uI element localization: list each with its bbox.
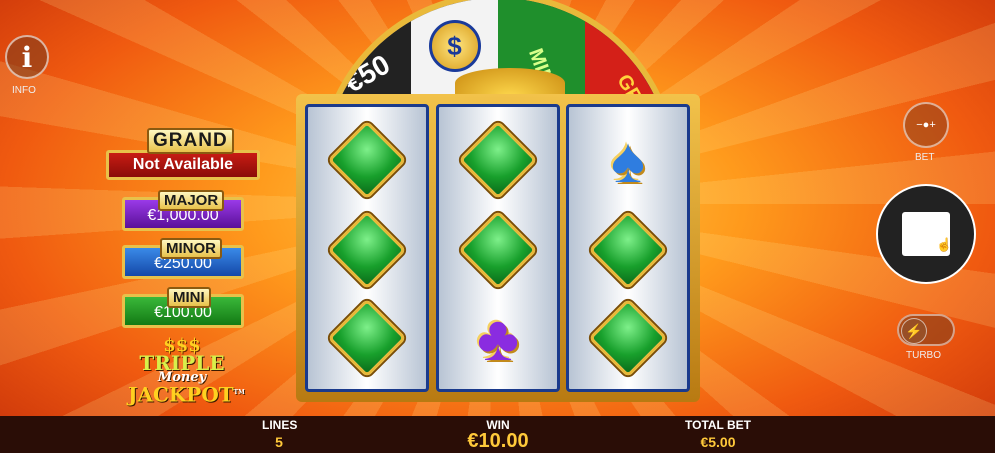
- coin-stack-icon: −●+: [916, 119, 936, 131]
- stop-icon: ☝: [902, 212, 953, 256]
- dollar-coin-icon: $: [428, 20, 481, 72]
- info-label: INFO: [12, 85, 36, 96]
- win-value: €10.00: [467, 430, 529, 452]
- turbo-label: TURBO: [906, 350, 941, 361]
- lightning-icon: ⚡: [901, 318, 927, 344]
- reel-symbol: [308, 295, 426, 381]
- reel-symbol: [308, 117, 426, 203]
- lines-value: 5: [275, 434, 283, 450]
- lines-label: LINES: [262, 418, 298, 432]
- bet-button[interactable]: −●+: [903, 102, 949, 148]
- reel-symbol: [569, 207, 687, 293]
- diamond-icon: [327, 298, 407, 378]
- total-bet-value: €5.00: [700, 434, 736, 450]
- diamond-icon: [458, 210, 538, 290]
- diamond-icon: [327, 120, 407, 200]
- major-jackpot-label: MAJOR: [158, 190, 225, 211]
- reel-2: ♣: [436, 104, 560, 392]
- spin-button[interactable]: ☝: [876, 184, 976, 284]
- diamond-icon: [327, 210, 407, 290]
- reel-frame: ♣ ♠: [296, 94, 700, 402]
- total-bet-label: TOTAL BET: [685, 418, 751, 432]
- reel-symbol: [439, 207, 557, 293]
- spade-icon: ♠: [611, 124, 645, 196]
- minor-jackpot-label: MINOR: [160, 238, 222, 259]
- reel-symbol: ♠: [569, 117, 687, 203]
- reel-symbol: ♣: [439, 295, 557, 381]
- grand-jackpot-label: GRAND: [147, 128, 234, 154]
- bet-label: BET: [915, 152, 935, 163]
- reel-1: [305, 104, 429, 392]
- mini-jackpot-label: MINI: [167, 287, 211, 308]
- grand-jackpot-value: Not Available: [106, 150, 260, 180]
- game-logo: $$$ TRIPLE Money JACKPOTTM: [128, 337, 245, 405]
- reel-symbol: [308, 207, 426, 293]
- info-button[interactable]: i: [5, 35, 49, 79]
- info-icon: i: [21, 40, 33, 74]
- diamond-icon: [588, 298, 668, 378]
- diamond-icon: [458, 120, 538, 200]
- reel-symbol: [569, 295, 687, 381]
- reel-3: ♠: [566, 104, 690, 392]
- turbo-toggle[interactable]: ⚡: [897, 314, 955, 346]
- cursor-icon: ☝: [936, 237, 953, 252]
- reel-symbol: [439, 117, 557, 203]
- diamond-icon: [588, 210, 668, 290]
- logo-jackpot: JACKPOTTM: [128, 382, 245, 407]
- club-icon: ♣: [477, 302, 519, 374]
